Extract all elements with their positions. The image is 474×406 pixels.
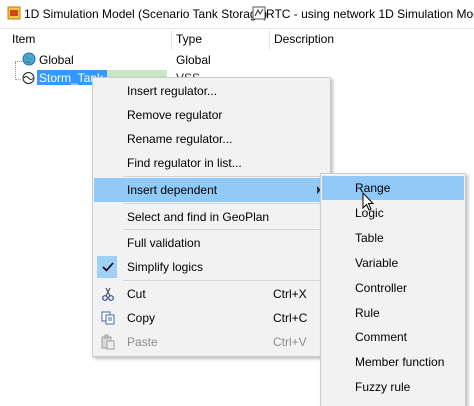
submenu-label: Rule xyxy=(355,306,380,320)
insert-dependent-submenu: Range Logic Table Variable Controller Ru… xyxy=(320,173,466,406)
submenu-label: Variable xyxy=(355,256,399,270)
title-bar: 1D Simulation Model (Scenario Tank Stora… xyxy=(0,0,474,29)
submenu-variable[interactable]: Variable xyxy=(322,251,464,275)
paste-icon xyxy=(101,334,115,350)
mouse-cursor-icon xyxy=(362,192,375,211)
copy-icon xyxy=(101,311,115,325)
menu-separator xyxy=(123,229,327,230)
app-icon xyxy=(7,6,21,20)
window-title: 1D Simulation Model (Scenario Tank Stora… xyxy=(24,7,268,21)
submenu-comment[interactable]: Comment xyxy=(322,325,464,349)
checkmark-icon xyxy=(102,262,114,272)
submenu-label: Controller xyxy=(355,281,408,295)
submenu-controller[interactable]: Controller xyxy=(322,276,464,300)
menu-label: Insert dependent xyxy=(127,183,218,197)
menu-label: Remove regulator xyxy=(127,108,223,122)
menu-remove-regulator[interactable]: Remove regulator xyxy=(94,103,329,127)
menu-label: Rename regulator... xyxy=(127,132,233,146)
menu-label: Paste xyxy=(127,335,158,349)
menu-label: Copy xyxy=(127,311,156,325)
tree-line xyxy=(15,62,17,80)
rtc-icon xyxy=(252,6,266,20)
menu-label: Simplify logics xyxy=(127,260,204,274)
menu-full-validation[interactable]: Full validation xyxy=(94,231,329,255)
menu-separator xyxy=(123,176,327,177)
regulator-icon xyxy=(22,72,35,84)
menu-separator xyxy=(123,280,327,281)
app-window: 1D Simulation Model (Scenario Tank Stora… xyxy=(0,0,474,406)
column-item[interactable]: Item xyxy=(12,32,35,46)
submenu-label: Member function xyxy=(355,355,445,369)
list-header: Item Type Description xyxy=(0,30,474,50)
menu-simplify-logics[interactable]: Simplify logics xyxy=(94,255,329,279)
submenu-member-function[interactable]: Member function xyxy=(322,350,464,374)
tree-item-global-type: Global xyxy=(176,53,211,67)
menu-insert-regulator[interactable]: Insert regulator... xyxy=(94,79,329,103)
menu-label: Cut xyxy=(127,287,146,301)
submenu-fuzzy-rule[interactable]: Fuzzy rule xyxy=(322,375,464,399)
menu-paste[interactable]: Paste Ctrl+V xyxy=(94,330,329,354)
submenu-logic[interactable]: Logic xyxy=(322,201,464,225)
menu-shortcut: Ctrl+C xyxy=(273,311,308,325)
column-description[interactable]: Description xyxy=(274,32,334,46)
submenu-label: Table xyxy=(355,231,384,245)
rtc-title: RTC - using network 1D Simulation Model xyxy=(266,7,474,21)
menu-label: Find regulator in list... xyxy=(127,156,242,170)
menu-label: Insert regulator... xyxy=(127,84,218,98)
menu-cut[interactable]: Cut Ctrl+X xyxy=(94,282,329,306)
menu-select-find-geoplan[interactable]: Select and find in GeoPlan xyxy=(94,205,329,229)
column-type[interactable]: Type xyxy=(176,32,202,46)
tree-item-global[interactable]: Global xyxy=(39,53,74,67)
menu-copy[interactable]: Copy Ctrl+C xyxy=(94,306,329,330)
menu-insert-dependent[interactable]: Insert dependent xyxy=(94,178,329,202)
submenu-label: Fuzzy rule xyxy=(355,380,411,394)
submenu-label: Comment xyxy=(355,330,408,344)
globe-icon xyxy=(22,52,36,66)
context-menu: Insert regulator... Remove regulator Ren… xyxy=(92,77,331,357)
submenu-range[interactable]: Range xyxy=(322,176,464,200)
menu-shortcut: Ctrl+V xyxy=(273,335,307,349)
menu-find-regulator[interactable]: Find regulator in list... xyxy=(94,151,329,175)
submenu-table[interactable]: Table xyxy=(322,226,464,250)
submenu-rule[interactable]: Rule xyxy=(322,301,464,325)
scissors-icon xyxy=(102,287,114,301)
menu-label: Select and find in GeoPlan xyxy=(127,210,270,224)
menu-label: Full validation xyxy=(127,236,201,250)
menu-separator xyxy=(123,203,327,204)
menu-shortcut: Ctrl+X xyxy=(273,287,307,301)
tree-line xyxy=(15,61,22,63)
menu-rename-regulator[interactable]: Rename regulator... xyxy=(94,127,329,151)
